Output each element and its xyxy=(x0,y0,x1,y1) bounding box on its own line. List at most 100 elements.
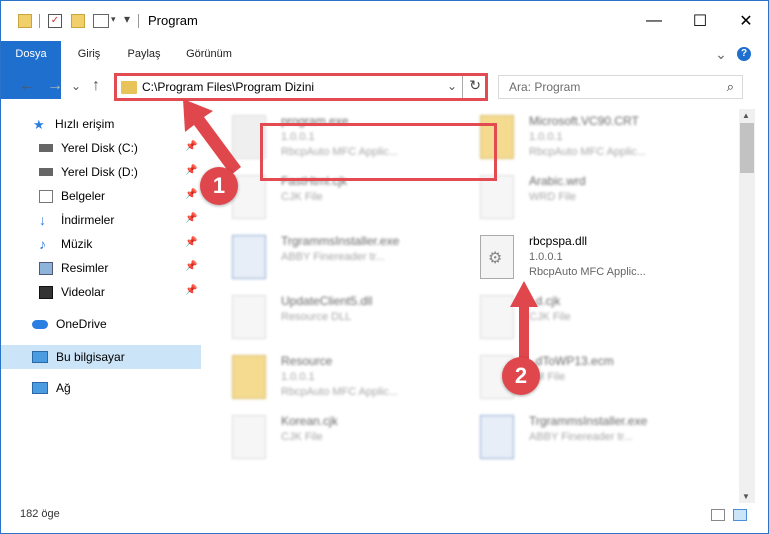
up-button[interactable]: ↑ xyxy=(92,77,100,95)
cloud-icon xyxy=(32,319,48,329)
ribbon-collapse-icon[interactable]: ⌄ xyxy=(711,41,731,67)
sidebar-item-label: Yerel Disk (D:) xyxy=(61,165,138,179)
search-icon[interactable]: ⌕ xyxy=(727,79,734,95)
pin-icon[interactable]: 📌 xyxy=(185,237,197,248)
network-icon xyxy=(32,382,48,394)
pin-icon[interactable]: 📌 xyxy=(185,189,197,200)
file-type: Resource DLL xyxy=(281,311,352,323)
help-icon[interactable]: ? xyxy=(737,47,751,61)
search-placeholder: Ara: Program xyxy=(509,80,581,94)
file-item[interactable]: Arabic.wrd WRD File xyxy=(472,169,702,227)
file-name: Resource xyxy=(281,354,333,368)
title-bar: ✓ ▾ ▾ Program — ☐ ✕ xyxy=(1,1,768,41)
sidebar-item-pictures[interactable]: Resimler 📌 xyxy=(1,257,201,279)
sidebar-item-videos[interactable]: Videolar 📌 xyxy=(1,281,201,303)
recent-locations-button[interactable]: ⌄ xyxy=(71,79,81,93)
sidebar-item-documents[interactable]: Belgeler 📌 xyxy=(1,185,201,207)
installer-icon xyxy=(232,235,266,279)
divider xyxy=(39,14,40,28)
file-description: RbcpAuto MFC Applic... xyxy=(529,266,646,278)
pin-icon[interactable]: 📌 xyxy=(185,165,197,176)
sidebar-item-this-pc[interactable]: Bu bilgisayar xyxy=(1,345,201,369)
new-folder-icon[interactable] xyxy=(71,14,85,28)
tab-home[interactable]: Giriş xyxy=(67,41,111,67)
sidebar-item-drive-d[interactable]: Yerel Disk (D:) 📌 xyxy=(1,161,201,183)
music-icon: ♪ xyxy=(39,235,46,252)
close-button[interactable]: ✕ xyxy=(723,1,769,41)
sidebar-item-label: Yerel Disk (C:) xyxy=(61,141,138,155)
details-view-icon[interactable] xyxy=(711,509,725,521)
sidebar-item-music[interactable]: ♪ Müzik 📌 xyxy=(1,233,201,255)
scroll-down-icon[interactable]: ▼ xyxy=(742,492,750,501)
sidebar-item-label: Resimler xyxy=(61,261,109,275)
file-icon xyxy=(232,415,266,459)
sidebar-item-label: Videolar xyxy=(61,285,105,299)
scroll-thumb[interactable] xyxy=(740,123,754,173)
sidebar-item-network[interactable]: Ağ xyxy=(1,377,201,399)
sidebar-item-label: OneDrive xyxy=(56,317,107,331)
file-type: CJK File xyxy=(281,431,323,443)
refresh-button[interactable]: ↻ xyxy=(469,77,481,94)
pin-icon[interactable]: 📌 xyxy=(185,285,197,296)
view-icon[interactable] xyxy=(93,14,109,28)
file-version: 1.0.0.1 xyxy=(281,371,315,383)
file-item[interactable]: TrgrammsInstaller.exe ABBY Finereader tr… xyxy=(224,229,454,287)
dll-gear-icon: ⚙ xyxy=(480,235,514,279)
downloads-icon: ↓ xyxy=(39,211,46,228)
vertical-scrollbar[interactable]: ▲ ▼ xyxy=(739,109,755,503)
pictures-icon xyxy=(39,261,53,275)
sidebar-item-label: İndirmeler xyxy=(61,213,115,227)
file-icon xyxy=(480,175,514,219)
properties-icon[interactable]: ✓ xyxy=(48,14,62,28)
file-description: RbcpAuto MFC Applic... xyxy=(529,146,646,158)
customize-toolbar-icon[interactable]: ▾ xyxy=(111,14,121,28)
gear-icon: ⚙ xyxy=(488,250,503,267)
file-type: CJK File xyxy=(281,191,323,203)
sidebar-item-label: Hızlı erişim xyxy=(55,117,115,131)
scroll-up-icon[interactable]: ▲ xyxy=(742,111,750,120)
sidebar-item-label: Bu bilgisayar xyxy=(56,350,125,364)
divider xyxy=(138,14,139,28)
sidebar-item-label: Ağ xyxy=(56,381,71,395)
maximize-button[interactable]: ☐ xyxy=(677,1,723,41)
file-item[interactable]: UpdateClient5.dll Resource DLL xyxy=(224,289,454,347)
file-version: 1.0.0.1 xyxy=(529,251,563,263)
item-count: 182 öge xyxy=(20,508,60,520)
star-icon: ★ xyxy=(33,116,45,132)
pin-icon[interactable]: 📌 xyxy=(185,261,197,272)
back-button[interactable]: ← xyxy=(19,77,35,95)
sidebar-item-onedrive[interactable]: OneDrive xyxy=(1,313,201,335)
file-type: CJK File xyxy=(529,311,571,323)
address-path[interactable]: C:\Program Files\Program Dizini xyxy=(142,80,314,94)
step-badge-2: 2 xyxy=(502,357,540,395)
tiles-view-icon[interactable] xyxy=(733,509,747,521)
file-item[interactable]: Korean.cjk CJK File xyxy=(224,409,454,467)
folder-icon xyxy=(121,81,137,94)
forward-button[interactable]: → xyxy=(47,77,63,95)
search-input[interactable]: Ara: Program ⌕ xyxy=(498,75,743,99)
sidebar-item-downloads[interactable]: ↓ İndirmeler 📌 xyxy=(1,209,201,231)
address-dropdown-icon[interactable]: ⌄ xyxy=(447,79,457,93)
file-type: ABBY Finereader tr... xyxy=(281,251,385,263)
file-version: 1.0.0.1 xyxy=(529,131,563,143)
file-item[interactable]: Microsoft.VC90.CRT 1.0.0.1 RbcpAuto MFC … xyxy=(472,109,702,167)
pin-icon[interactable]: 📌 xyxy=(185,213,197,224)
sidebar-item-quick-access[interactable]: ★ Hızlı erişim xyxy=(33,113,193,135)
file-item[interactable]: TrgrammsInstaller.exe ABBY Finereader tr… xyxy=(472,409,702,467)
file-name: TrgrammsInstaller.exe xyxy=(529,414,648,428)
minimize-button[interactable]: — xyxy=(631,1,677,41)
toolbar-chevron-icon[interactable]: ▾ xyxy=(124,12,134,26)
file-item-rbcpspa-dll[interactable]: ⚙ rbcpspa.dll 1.0.0.1 RbcpAuto MFC Appli… xyxy=(472,229,702,287)
sidebar-item-drive-c[interactable]: Yerel Disk (C:) 📌 xyxy=(1,137,201,159)
dll-file-icon xyxy=(232,295,266,339)
file-item[interactable]: Resource 1.0.0.1 RbcpAuto MFC Applic... xyxy=(224,349,454,407)
tab-share[interactable]: Paylaş xyxy=(119,41,169,67)
file-item[interactable]: ..d.cjk CJK File xyxy=(472,289,702,347)
ribbon-tabs: Dosya Giriş Paylaş Görünüm ⌄ ? xyxy=(1,41,768,99)
file-name: rbcpspa.dll xyxy=(529,234,588,248)
navigation-pane: ★ Hızlı erişim Yerel Disk (C:) 📌 Yerel D… xyxy=(1,109,203,501)
folder-icon xyxy=(18,14,32,28)
pin-icon[interactable]: 📌 xyxy=(185,141,197,152)
tab-view[interactable]: Görünüm xyxy=(179,41,239,67)
address-bar[interactable]: C:\Program Files\Program Dizini ⌄ ↻ xyxy=(114,73,488,101)
